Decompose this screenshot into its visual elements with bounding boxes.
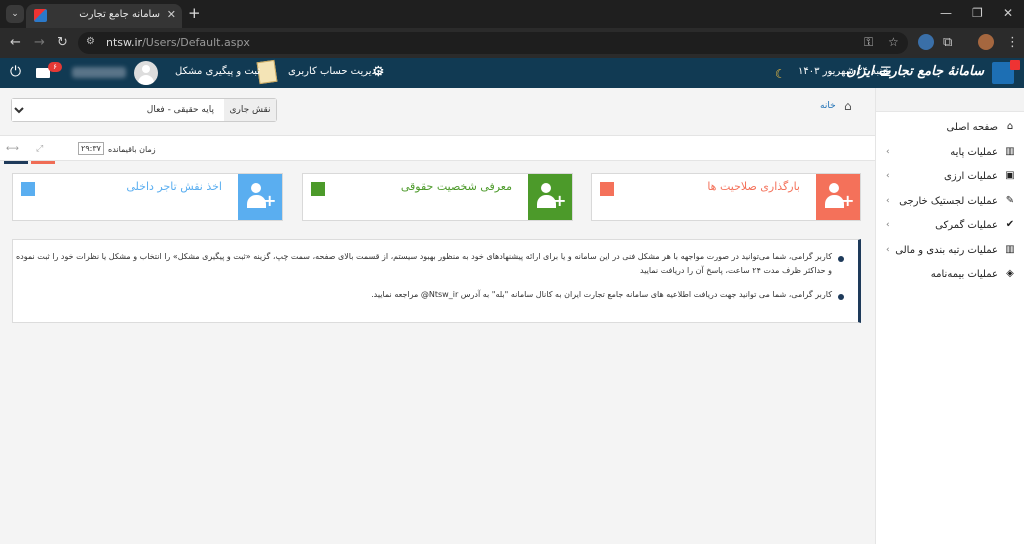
home-icon[interactable]: ⌂: [844, 99, 852, 113]
extensions-puzzle-icon[interactable]: ⧉: [943, 35, 952, 50]
sidebar-item[interactable]: ✎ عملیات لجستیک خارجی ‹: [876, 190, 1024, 215]
bar-chart-icon: ▥: [1005, 145, 1015, 157]
card-title: معرفی شخصیت حقوقی: [400, 180, 512, 193]
browser-toolbar: ← → ↻ ⚙ ntsw.ir/Users/Default.aspx ⚿ ☆ ⧉…: [0, 28, 1024, 58]
tab-underline-dark: [4, 161, 28, 164]
issue-tracking-link[interactable]: ثبت و پیگیری مشکل: [175, 66, 260, 77]
tab-underline-orange: [31, 161, 55, 164]
shield-icon: ◈: [1006, 268, 1014, 279]
bookmark-star-icon[interactable]: ☆: [888, 35, 899, 49]
close-window-icon[interactable]: ✕: [1003, 6, 1013, 20]
add-user-icon: +: [816, 174, 860, 220]
breadcrumb-home[interactable]: خانه: [820, 101, 836, 111]
user-avatar[interactable]: [134, 61, 158, 85]
power-icon[interactable]: ⏻: [10, 64, 21, 80]
arrows-icon[interactable]: ⟷: [6, 144, 26, 154]
url-host: ntsw.ir: [106, 36, 143, 49]
moon-icon: ☾: [775, 67, 786, 81]
url-text: ntsw.ir/Users/Default.aspx: [106, 36, 250, 49]
header-date: شنبه ۲۴ شهریور ۱۴۰۳: [798, 66, 891, 77]
sidebar-item-label: عملیات لجستیک خارجی: [899, 195, 998, 207]
chevron-left-icon[interactable]: ‹: [886, 171, 890, 181]
minimize-icon[interactable]: —: [940, 6, 952, 20]
notice-text: کاربر گرامی، شما می‌توانید در صورت مواجه…: [15, 252, 832, 275]
forward-icon[interactable]: →: [34, 35, 45, 50]
expand-icon[interactable]: ⤢: [36, 144, 48, 154]
card-status-square: [21, 182, 35, 196]
add-user-icon: +: [528, 174, 572, 220]
sidebar-item-label: عملیات ارزی: [944, 171, 998, 182]
card-status-square: [600, 182, 614, 196]
sidebar-item-label: عملیات پایه: [950, 146, 998, 158]
restore-icon[interactable]: ❐: [972, 6, 983, 20]
chevron-left-icon[interactable]: ‹: [886, 220, 890, 230]
site-info-icon[interactable]: ⚙: [86, 36, 100, 50]
browser-menu-icon[interactable]: ⋮: [1006, 35, 1019, 50]
sidebar: ⌂ صفحه اصلی ▥ عملیات پایه ‹ ▣ عملیات ارزی ‹ ✎ عمل…: [875, 88, 1024, 544]
role-selector: نقش جاری پایه حقیقی - فعال: [11, 98, 277, 122]
new-tab-icon[interactable]: +: [188, 4, 201, 22]
main-content: ⌂ خانه نقش جاری پایه حقیقی - فعال زمان ب…: [0, 88, 875, 544]
role-select[interactable]: پایه حقیقی - فعال: [12, 99, 224, 121]
chevron-left-icon[interactable]: ‹: [886, 196, 890, 206]
chevron-left-icon[interactable]: ‹: [886, 147, 890, 157]
notice-bullet: [838, 256, 844, 262]
home-icon: ⌂: [1006, 121, 1014, 132]
sidebar-item[interactable]: ▥ عملیات پایه ‹: [876, 141, 1024, 166]
notification-badge: ۶: [48, 62, 62, 72]
sidebar-item-label: عملیات بیمه‌نامه: [930, 269, 998, 280]
check-icon: ✔: [1005, 219, 1015, 230]
back-icon[interactable]: ←: [10, 35, 21, 50]
edit-icon: ✎: [1005, 194, 1015, 206]
money-icon: ▣: [1005, 170, 1015, 181]
password-key-icon[interactable]: ⚿: [864, 35, 873, 50]
card-title: اخذ نقش تاجر داخلی: [126, 180, 222, 193]
card-status-square: [311, 182, 325, 196]
sidebar-item[interactable]: ✔ عملیات گمرکی ‹: [876, 214, 1024, 239]
tab-search-icon[interactable]: ⌄: [6, 5, 24, 23]
sidebar-item-label: عملیات گمرکی: [935, 220, 998, 231]
sidebar-header: [876, 88, 1024, 112]
browser-tab[interactable]: سامانه جامع تجارت ✕: [26, 4, 182, 28]
add-user-icon: +: [238, 174, 282, 220]
notice-bullet: [838, 294, 844, 300]
address-bar[interactable]: ⚙ ntsw.ir/Users/Default.aspx ⚿ ☆: [78, 32, 908, 54]
user-name-blurred: [72, 67, 126, 78]
timer-band: زمان باقیمانده ۲۹:۳۷ ⟷ ⤢: [0, 135, 875, 161]
url-path: /Users/Default.aspx: [142, 36, 250, 49]
sidebar-item-label: صفحه اصلی: [946, 122, 998, 133]
notice-text: کاربر گرامی، شما می توانید جهت دریافت اط…: [371, 290, 832, 299]
extension-icon[interactable]: [918, 34, 934, 50]
sidebar-menu: ⌂ صفحه اصلی ▥ عملیات پایه ‹ ▣ عملیات ارزی ‹ ✎ عمل…: [876, 116, 1024, 288]
card-upload-qualifications[interactable]: + بارگذاری صلاحیت ها: [591, 173, 861, 221]
card-title: بارگذاری صلاحیت ها: [707, 180, 800, 193]
close-tab-icon[interactable]: ✕: [167, 8, 176, 21]
tab-title: سامانه جامع تجارت: [79, 9, 160, 20]
timer-label: زمان باقیمانده: [108, 145, 156, 154]
reload-icon[interactable]: ↻: [57, 35, 68, 50]
app-header: سامانهٔ جامع تجارت ایران ☰ شنبه ۲۴ شهریو…: [0, 58, 1024, 88]
card-domestic-trader-role[interactable]: + اخذ نقش تاجر داخلی: [12, 173, 283, 221]
notice-panel: کاربر گرامی، شما می‌توانید در صورت مواجه…: [12, 239, 861, 323]
sidebar-item[interactable]: ◈ عملیات بیمه‌نامه: [876, 263, 1024, 288]
card-introduce-legal-entity[interactable]: + معرفی شخصیت حقوقی: [302, 173, 573, 221]
page-top-band: ⌂ خانه نقش جاری پایه حقیقی - فعال: [0, 88, 875, 134]
site-favicon-icon: [34, 9, 47, 22]
bar-chart-icon: ▥: [1005, 243, 1015, 255]
account-management-link[interactable]: مدیریت حساب کاربری: [288, 66, 382, 77]
sidebar-item[interactable]: ▥ عملیات رتبه بندی و مالی ‹: [876, 239, 1024, 264]
sidebar-item[interactable]: ▣ عملیات ارزی ‹: [876, 165, 1024, 190]
logo-icon: [992, 60, 1020, 84]
sidebar-item-label: عملیات رتبه بندی و مالی: [895, 244, 998, 256]
profile-avatar-icon[interactable]: [978, 34, 994, 50]
sidebar-item[interactable]: ⌂ صفحه اصلی: [876, 116, 1024, 141]
browser-tab-bar: ⌄ سامانه جامع تجارت ✕ + — ❐ ✕: [0, 0, 1024, 28]
role-label: نقش جاری: [223, 99, 276, 121]
chevron-left-icon[interactable]: ‹: [886, 245, 890, 255]
timer-value: ۲۹:۳۷: [78, 142, 104, 155]
